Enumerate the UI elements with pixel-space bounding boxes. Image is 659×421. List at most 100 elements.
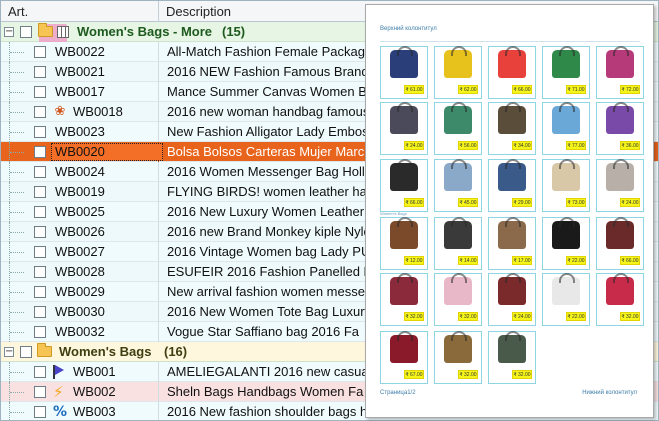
article-code: WB0024 [55,164,105,179]
product-description: 2016 NEW Fashion Famous Brand [167,64,369,79]
row-checkbox[interactable] [34,86,46,98]
product-description: 2016 new woman handbag famous [167,104,370,119]
article-code: WB0025 [55,204,105,219]
row-checkbox[interactable] [34,206,46,218]
price-tag: ₹ 12.00 [404,256,424,265]
row-checkbox[interactable] [34,386,46,398]
price-tag: ₹ 32.00 [404,312,424,321]
price-tag: ₹ 72.00 [620,85,640,94]
bag-image [498,273,526,305]
product-description: 2016 New fashion shoulder bags h [167,404,368,419]
price-tag: ₹ 24.00 [620,198,640,207]
bag-image [498,46,526,78]
tree-line [10,192,24,193]
ribbon-medal-icon: ❀ [54,104,66,119]
price-tag: ₹ 66.00 [620,256,640,265]
product-card: ₹ 34.00 [488,102,536,155]
row-checkbox[interactable] [34,326,46,338]
product-card: ₹ 14.00 [434,217,482,270]
product-description: AMELIEGALANTI 2016 new casua [167,364,369,379]
tree-line [10,72,24,73]
price-tag: ₹ 45.00 [458,198,478,207]
group-title: Women's Bags [59,344,152,359]
bag-image [606,273,634,305]
row-checkbox[interactable] [34,306,46,318]
tree-line [10,132,24,133]
bag-image [390,273,418,305]
print-preview-page: Верхний колонтитул Women's Bags - More W… [365,4,654,418]
bag-image [606,102,634,134]
product-card: ₹ 56.00 [434,102,482,155]
bag-image [606,46,634,78]
price-tag: ₹ 22.00 [566,312,586,321]
price-tag: ₹ 24.00 [404,141,424,150]
product-description: ESUFEIR 2016 Fashion Panelled L [167,264,371,279]
product-description: 2016 New Luxury Women Leather [167,204,365,219]
row-checkbox[interactable] [34,226,46,238]
bag-image [390,331,418,363]
lightning-icon: ⚡ [53,383,64,401]
row-checkbox[interactable] [34,266,46,278]
tree-line [10,212,24,213]
folder-icon [38,23,53,37]
article-code: WB0017 [55,84,105,99]
row-checkbox[interactable] [34,186,46,198]
article-code: WB0020 [55,144,105,159]
row-checkbox[interactable] [34,46,46,58]
product-description: New Fashion Alligator Lady Embos [167,124,369,139]
article-code: WB0028 [55,264,105,279]
group-checkbox[interactable] [20,346,32,358]
bag-image [552,159,580,191]
column-header-art[interactable]: Art. [1,1,159,22]
product-description: 2016 Women Messenger Bag Holl [167,164,365,179]
row-checkbox[interactable] [34,246,46,258]
preview-header-text: Верхний колонтитул [380,26,437,32]
collapse-toggle-icon[interactable]: − [4,27,14,37]
bag-image [498,159,526,191]
product-card: ₹ 29.00 [488,159,536,212]
product-card: ₹ 22.00 [542,217,590,270]
flag-icon [53,365,64,379]
product-card: ₹ 67.00 [380,331,428,384]
preview-divider [380,41,640,42]
group-checkbox[interactable] [20,26,32,38]
row-checkbox[interactable] [34,366,46,378]
price-tag: ₹ 14.00 [458,256,478,265]
row-checkbox[interactable] [34,166,46,178]
bag-image [606,217,634,249]
row-checkbox[interactable] [34,286,46,298]
collapse-toggle-icon[interactable]: − [4,347,14,357]
article-code: WB0032 [55,324,105,339]
bag-image [498,331,526,363]
product-card: ₹ 77.00 [542,102,590,155]
price-tag: ₹ 66.00 [512,85,532,94]
bag-image [444,217,472,249]
row-checkbox[interactable] [34,66,46,78]
price-tag: ₹ 61.00 [404,85,424,94]
product-card: ₹ 73.00 [542,159,590,212]
tree-line [10,272,24,273]
bag-image [552,217,580,249]
bag-image [552,46,580,78]
article-code: WB0019 [55,184,105,199]
bag-image [390,217,418,249]
product-card: ₹ 32.00 [434,273,482,326]
product-card: ₹ 22.00 [542,273,590,326]
bag-image [444,273,472,305]
preview-footer-text: Нижний колонтитул [582,390,637,396]
row-checkbox[interactable] [34,406,46,418]
product-description: New arrival fashion women messer [167,284,370,299]
bag-image [606,159,634,191]
product-description: Bolsa Bolsos Carteras Mujer Marc [167,144,365,159]
product-card: ₹ 66.00 [596,217,644,270]
row-checkbox[interactable] [34,106,46,118]
tree-line [10,112,24,113]
group-title: Women's Bags - More [77,24,213,39]
tree-line [10,292,24,293]
product-description: 2016 new Brand Monkey kiple Nylo [167,224,371,239]
row-checkbox[interactable] [34,126,46,138]
price-tag: ₹ 32.00 [512,370,532,379]
price-tag: ₹ 22.00 [566,256,586,265]
tree-line [10,312,24,313]
row-checkbox[interactable] [34,146,46,158]
